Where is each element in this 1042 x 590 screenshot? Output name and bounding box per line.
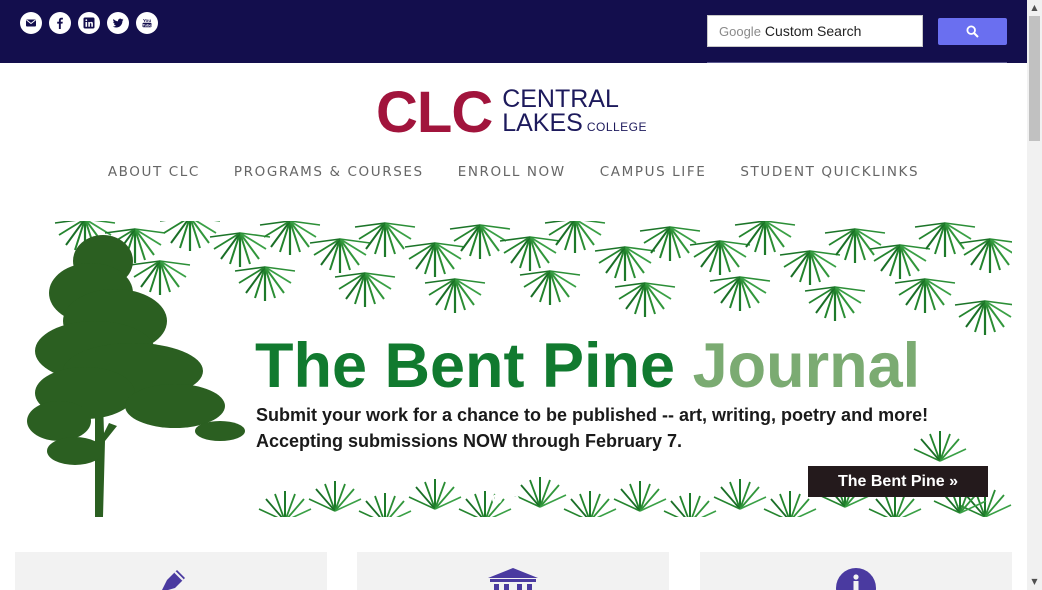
hero-title-accent: Journal bbox=[692, 331, 921, 401]
hero-subtitle: Submit your work for a chance to be publ… bbox=[256, 402, 928, 454]
logo-line-central: CENTRAL bbox=[502, 85, 619, 113]
college-logo[interactable]: CLC CENTRAL LAKES COLLEGE bbox=[376, 80, 647, 145]
top-bar: You Tube Google Custom Search bbox=[0, 0, 1027, 63]
scroll-down-icon[interactable]: ▼ bbox=[1030, 577, 1039, 586]
hero-slider[interactable]: The Bent Pine Journal Submit your work f… bbox=[25, 221, 1012, 517]
search-input[interactable]: Google Custom Search bbox=[707, 15, 923, 47]
logo-line-lakes: LAKES bbox=[502, 109, 583, 137]
logo-line-college: COLLEGE bbox=[586, 120, 648, 134]
logo-mark: CLC bbox=[376, 80, 493, 145]
logo-wordmark: CENTRAL LAKES COLLEGE bbox=[502, 87, 647, 139]
linkedin-icon[interactable] bbox=[78, 12, 100, 34]
nav-about-clc[interactable]: ABOUT CLC bbox=[108, 164, 200, 180]
tree-silhouette bbox=[27, 235, 245, 517]
youtube-icon[interactable]: You Tube bbox=[136, 12, 158, 34]
svg-text:Tube: Tube bbox=[143, 23, 152, 27]
twitter-icon[interactable] bbox=[107, 12, 129, 34]
hero-title-main: The Bent Pine bbox=[255, 331, 676, 401]
search-icon bbox=[966, 25, 979, 38]
pencil-icon bbox=[162, 570, 185, 590]
slider-dots bbox=[492, 494, 519, 504]
card-3[interactable] bbox=[700, 552, 1012, 590]
slide-dot-1[interactable] bbox=[492, 494, 502, 504]
hero-line-1: Submit your work for a chance to be publ… bbox=[256, 405, 929, 425]
scrollbar[interactable]: ▲ ▼ bbox=[1027, 0, 1042, 590]
card-2[interactable] bbox=[357, 552, 669, 590]
scrollbar-thumb[interactable] bbox=[1029, 16, 1040, 141]
google-label: Google bbox=[719, 23, 761, 39]
scroll-up-icon[interactable]: ▲ bbox=[1030, 3, 1039, 12]
svg-text:You: You bbox=[143, 18, 152, 23]
facebook-icon[interactable] bbox=[49, 12, 71, 34]
card-1[interactable] bbox=[15, 552, 327, 590]
page: You Tube Google Custom Search CLC CENTRAL… bbox=[0, 0, 1027, 590]
nav-programs-courses[interactable]: PROGRAMS & COURSES bbox=[234, 164, 424, 180]
nav-student-quicklinks[interactable]: STUDENT QUICKLINKS bbox=[740, 164, 919, 180]
hero-line-2: Accepting submissions NOW through Februa… bbox=[256, 431, 683, 451]
search-underline bbox=[707, 62, 1007, 63]
slide-dot-2[interactable] bbox=[509, 494, 519, 504]
hero-title: The Bent Pine Journal bbox=[255, 330, 920, 402]
email-icon[interactable] bbox=[20, 12, 42, 34]
nav-enroll-now[interactable]: ENROLL NOW bbox=[458, 164, 566, 180]
social-links: You Tube bbox=[20, 12, 158, 34]
info-icon bbox=[836, 568, 876, 590]
institution-icon bbox=[488, 568, 538, 590]
main-nav: ABOUT CLC PROGRAMS & COURSES ENROLL NOW … bbox=[0, 164, 1027, 180]
top-branches bbox=[53, 221, 1012, 337]
bent-pine-button[interactable]: The Bent Pine » bbox=[808, 466, 988, 497]
search-button[interactable] bbox=[938, 18, 1007, 45]
search-placeholder: Custom Search bbox=[764, 23, 862, 39]
nav-campus-life[interactable]: CAMPUS LIFE bbox=[600, 164, 707, 180]
